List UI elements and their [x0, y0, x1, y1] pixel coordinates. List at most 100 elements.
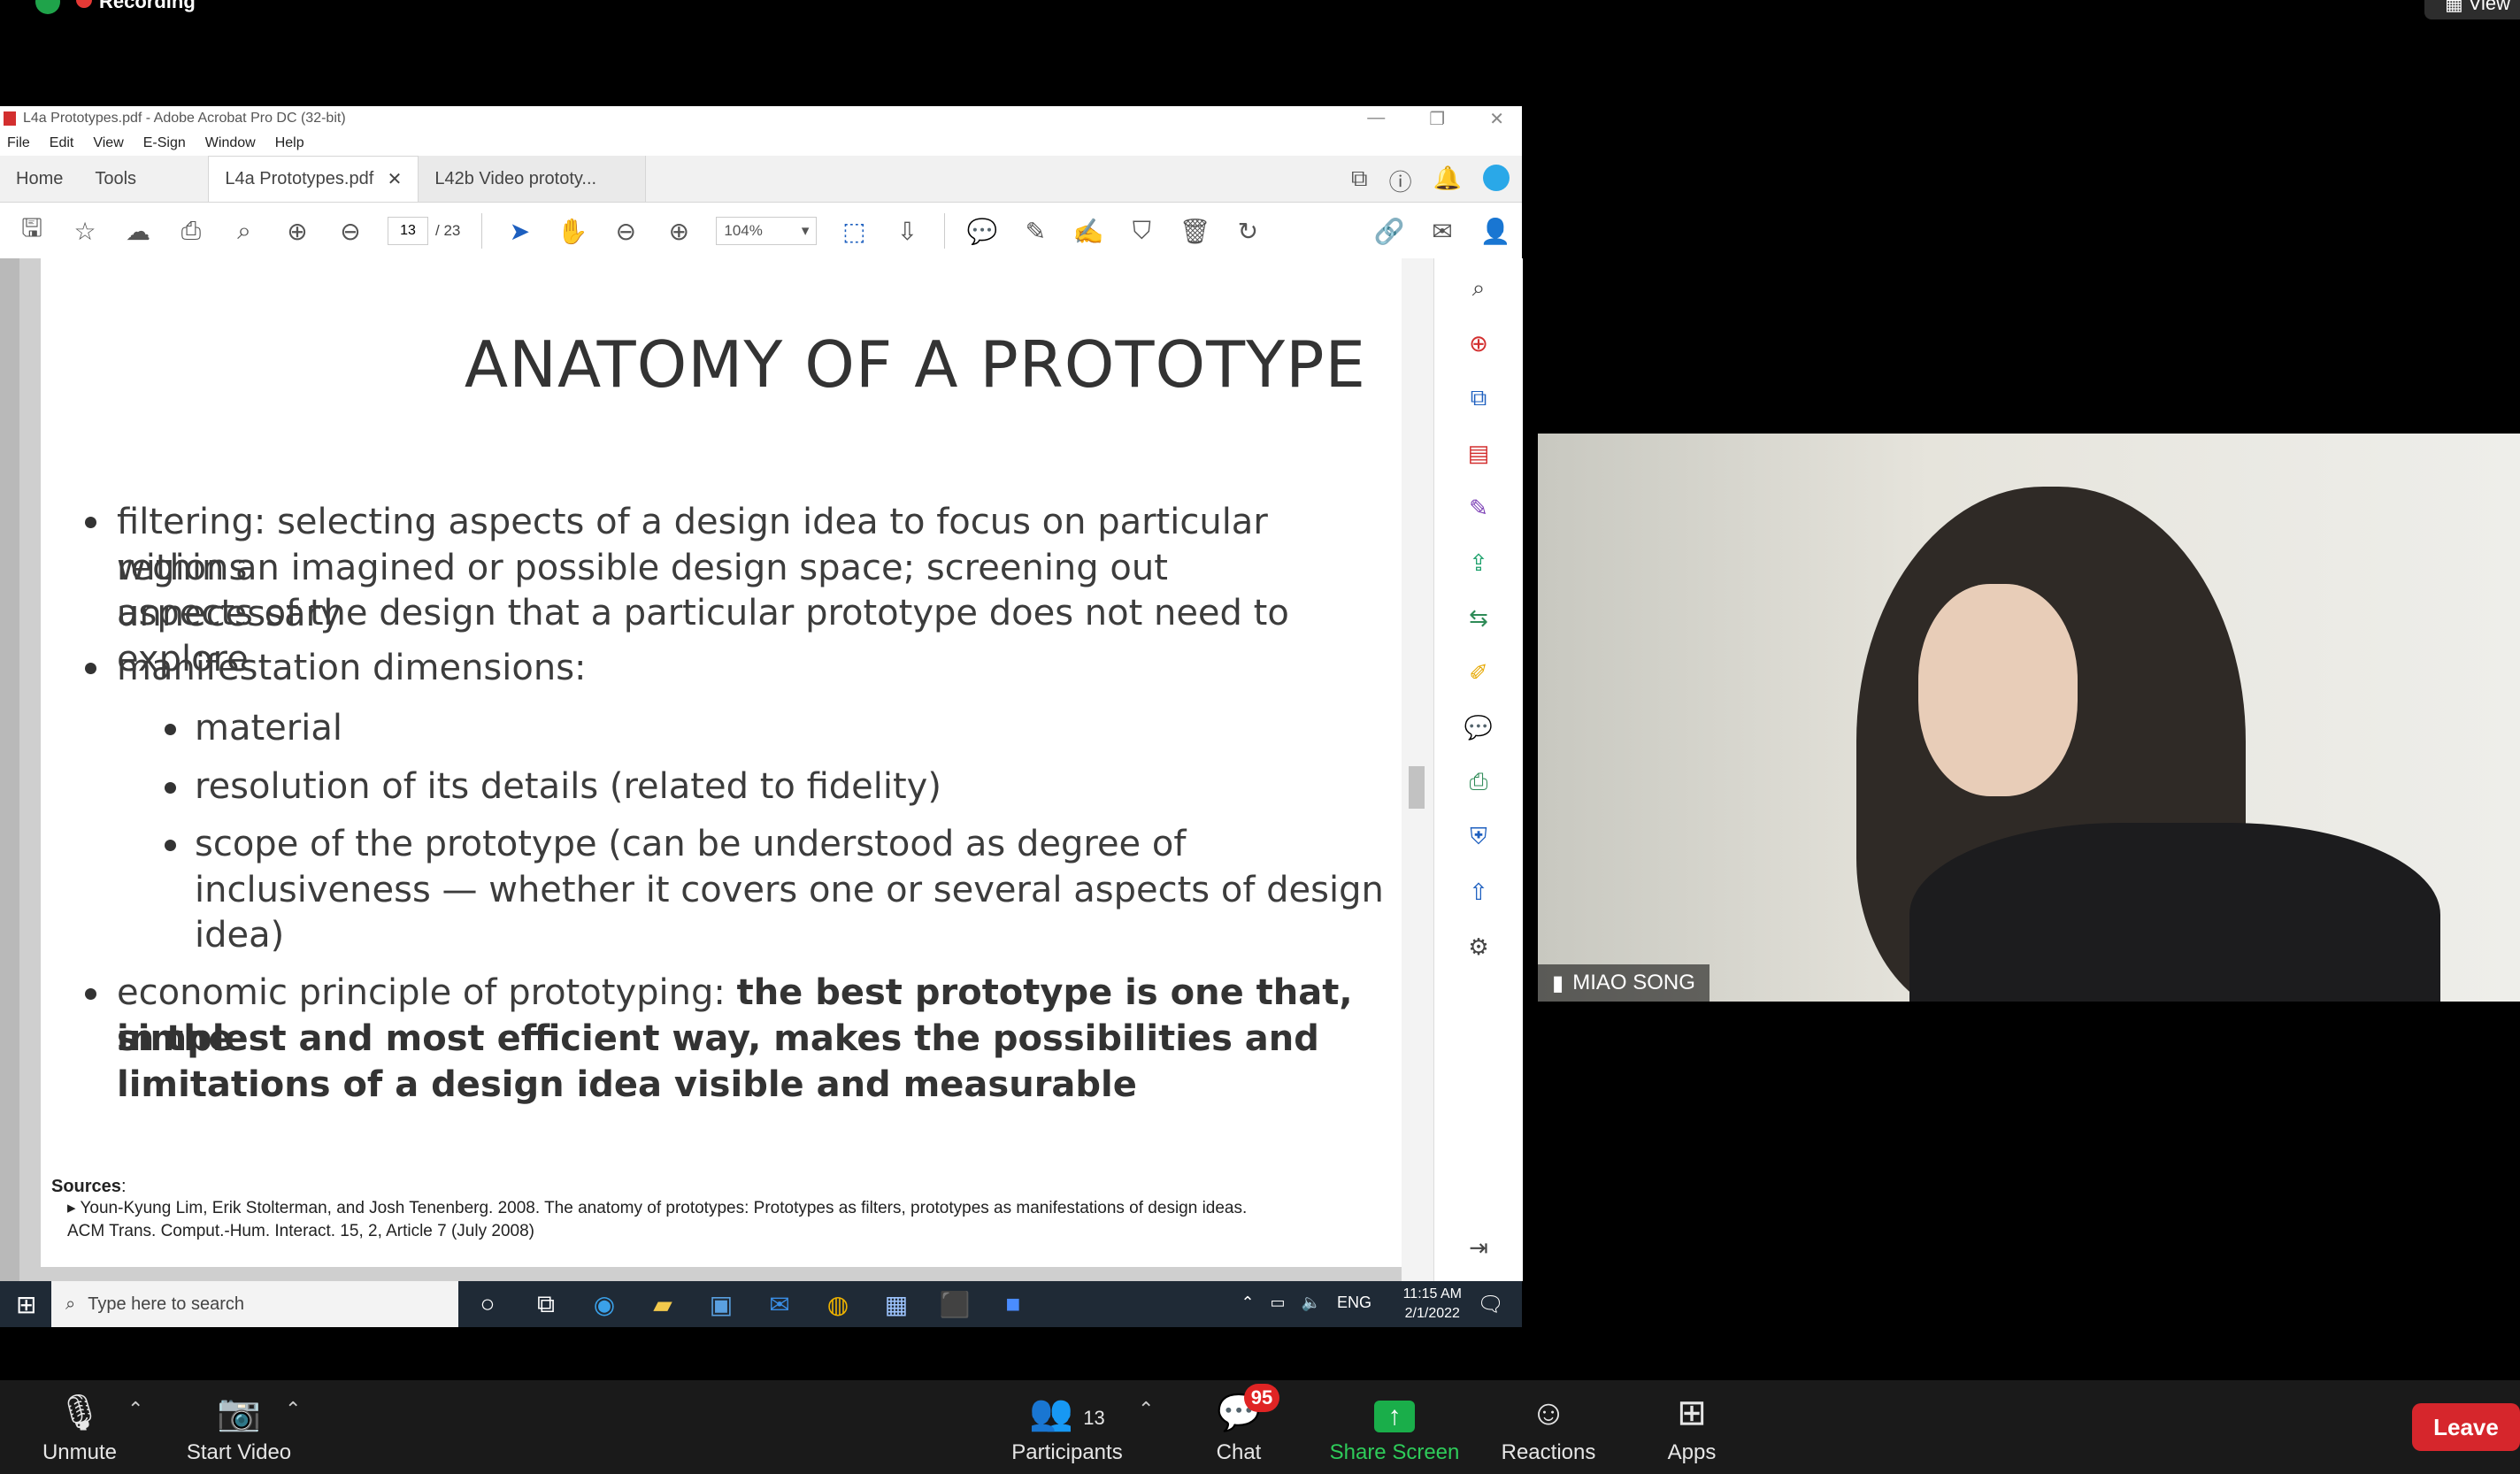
print-production-icon[interactable]: ⎙ [1463, 766, 1494, 798]
tab-tools[interactable]: Tools [79, 156, 208, 202]
clock[interactable]: 11:15 AM 2/1/2022 [1403, 1285, 1462, 1324]
collapse-pane-icon[interactable]: ⇥ [1463, 1232, 1494, 1263]
vertical-scrollbar[interactable] [1402, 258, 1433, 1281]
volume-icon[interactable]: 🔈 [1302, 1294, 1321, 1312]
recording-indicator[interactable]: Recording [35, 0, 196, 14]
edge-icon[interactable]: ◉ [575, 1290, 634, 1319]
account-avatar[interactable] [1483, 165, 1510, 191]
menu-esign[interactable]: E-Sign [143, 135, 186, 151]
tab-document-2[interactable]: L42b Video prototy... [419, 156, 647, 202]
toolbar: 🖫 ☆ ☁ ⎙ ⌕ ⊕ ⊖ / 23 ➤ ✋ ⊖ ⊕ 104% ▾ ⬚ ⇩ 💬 ✎… [0, 203, 1522, 260]
email-icon[interactable]: ✉ [1426, 217, 1458, 246]
reactions-button[interactable]: ☺ Reactions [1495, 1391, 1602, 1465]
left-panel-collapsed[interactable] [0, 258, 19, 1281]
save-icon[interactable]: 🖫 [16, 210, 48, 252]
calculator-icon[interactable]: ▦ [867, 1290, 926, 1319]
action-center-icon[interactable]: 🗨 [1478, 1292, 1504, 1317]
print-icon[interactable]: ⎙ [175, 217, 207, 246]
tab-doc1-label: L4a Prototypes.pdf [225, 169, 374, 188]
select-cursor-icon[interactable]: ➤ [503, 217, 535, 246]
menu-edit[interactable]: Edit [50, 135, 74, 151]
task-view-icon[interactable]: ⧉ [517, 1290, 575, 1319]
link-icon[interactable]: 🔗 [1373, 217, 1405, 246]
tab-home[interactable]: Home [0, 156, 79, 202]
document-viewport[interactable]: ANATOMY OF A PROTOTYPE filtering: select… [0, 258, 1433, 1281]
reference-line2: ACM Trans. Comput.-Hum. Interact. 15, 2,… [67, 1222, 534, 1240]
start-video-button[interactable]: 📷 Start Video [177, 1391, 301, 1465]
comment-icon[interactable]: 💬 [966, 217, 998, 246]
apps-button[interactable]: ⊞ Apps [1656, 1391, 1727, 1465]
scroll-mode-icon[interactable]: ⇩ [891, 217, 923, 246]
windows-start-icon[interactable]: ⊞ [16, 1290, 36, 1319]
sign-icon[interactable]: ✍ [1072, 217, 1104, 246]
menu-file[interactable]: File [7, 135, 30, 151]
menu-help[interactable]: Help [275, 135, 304, 151]
search-zoom-icon[interactable]: ⌕ [228, 217, 260, 246]
security-shield-icon [35, 0, 60, 14]
cortana-icon[interactable]: ○ [458, 1290, 517, 1318]
scrollbar-thumb[interactable] [1409, 766, 1425, 809]
participants-button[interactable]: 👥 13 Participants [996, 1391, 1138, 1465]
next-page-icon[interactable]: ⊖ [334, 217, 366, 246]
unmute-button[interactable]: 🎙 Unmute [35, 1391, 124, 1465]
mail-icon[interactable]: ✉ [750, 1290, 809, 1319]
minimize-button[interactable]: — [1367, 108, 1385, 130]
zoom-select[interactable]: 104% ▾ [716, 217, 818, 245]
store-icon[interactable]: ▣ [692, 1290, 750, 1319]
tab-document-active[interactable]: L4a Prototypes.pdf ✕ [208, 156, 419, 202]
fill-sign-icon[interactable]: ✎ [1463, 492, 1494, 524]
taskbar-search[interactable]: ⌕ Type here to search [51, 1281, 458, 1327]
zoom-out-icon[interactable]: ⊖ [610, 217, 642, 246]
delete-icon[interactable]: 🗑 [1179, 217, 1211, 246]
comment-pane-icon[interactable]: 💬 [1463, 711, 1494, 743]
search-icon[interactable]: ⌕ [1463, 273, 1494, 304]
file-explorer-icon[interactable]: ▰ [634, 1290, 692, 1319]
network-icon[interactable]: ▭ [1271, 1294, 1286, 1312]
participants-count: 13 [1083, 1407, 1105, 1429]
chrome-icon[interactable]: ◍ [809, 1290, 867, 1319]
share-icon[interactable]: ⇧ [1463, 876, 1494, 908]
share-screen-icon[interactable]: ⧉ [1351, 165, 1368, 197]
protect-shield-icon[interactable]: ⛨ [1463, 821, 1494, 853]
share-screen-button[interactable]: ↑ Share Screen [1324, 1391, 1465, 1465]
help-icon[interactable]: ⓘ [1389, 165, 1412, 197]
zoom-in-icon[interactable]: ⊕ [663, 217, 695, 246]
more-tools-icon[interactable]: ⚙ [1463, 931, 1494, 963]
audio-options-chevron-icon[interactable]: ⌃ [127, 1398, 143, 1421]
video-off-icon: 📷 [217, 1393, 261, 1432]
stamp-icon[interactable]: ⛉ [1126, 217, 1157, 246]
edit-pdf-icon[interactable]: ✐ [1463, 656, 1494, 688]
participants-chevron-icon[interactable]: ⌃ [1138, 1398, 1154, 1421]
reference-line1: ▸ Youn-Kyung Lim, Erik Stolterman, and J… [67, 1199, 1248, 1217]
tray-chevron-icon[interactable]: ⌃ [1241, 1294, 1254, 1312]
bookmark-star-icon[interactable]: ☆ [69, 217, 101, 246]
hand-tool-icon[interactable]: ✋ [557, 217, 588, 246]
menu-window[interactable]: Window [205, 135, 256, 151]
export-pdf-icon[interactable]: ⇪ [1463, 547, 1494, 579]
leave-button[interactable]: Leave [2412, 1403, 2520, 1451]
previous-page-icon[interactable]: ⊕ [281, 217, 313, 246]
combine-files-icon[interactable]: ⧉ [1463, 382, 1494, 414]
language-indicator[interactable]: ENG [1337, 1294, 1371, 1312]
upload-cloud-icon[interactable]: ☁ [122, 217, 154, 246]
zoom-taskbar-icon[interactable]: ■ [984, 1290, 1042, 1318]
highlight-pen-icon[interactable]: ✎ [1019, 217, 1051, 246]
video-options-chevron-icon[interactable]: ⌃ [285, 1398, 301, 1421]
share-user-icon[interactable]: 👤 [1479, 217, 1511, 246]
rotate-icon[interactable]: ↻ [1232, 217, 1264, 246]
create-pdf-icon[interactable]: ⊕ [1463, 327, 1494, 359]
acrobat-taskbar-icon[interactable]: ⬛ [926, 1290, 984, 1319]
view-button[interactable]: ▦ View [2424, 0, 2520, 19]
compare-icon[interactable]: ⇆ [1463, 602, 1494, 633]
restore-button[interactable]: ❐ [1429, 108, 1445, 130]
organize-pages-icon[interactable]: ▤ [1463, 437, 1494, 469]
close-tab-icon[interactable]: ✕ [388, 168, 403, 190]
notifications-bell-icon[interactable]: 🔔 [1433, 165, 1462, 197]
sub-bullet-scope-line2: inclusiveness — whether it covers one or… [195, 870, 1384, 910]
clock-time: 11:15 AM [1402, 1286, 1462, 1301]
menu-view[interactable]: View [93, 135, 123, 151]
page-number-input[interactable] [388, 217, 428, 245]
fit-page-icon[interactable]: ⬚ [838, 217, 870, 246]
participant-video[interactable]: ▮ MIAO SONG [1538, 434, 2520, 1002]
close-window-button[interactable]: ✕ [1489, 108, 1504, 130]
